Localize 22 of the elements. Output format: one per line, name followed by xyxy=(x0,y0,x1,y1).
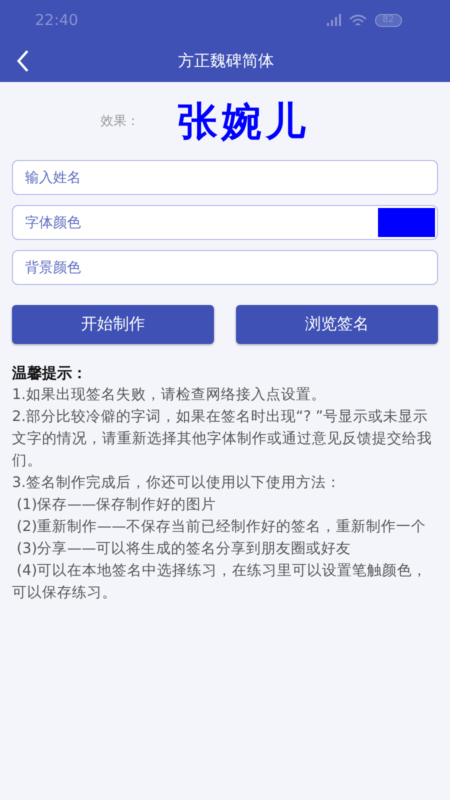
action-button[interactable]: 开始制作 xyxy=(12,305,214,344)
tip-text: (2)重新制作——不保存当前已经制作好的签名，重新制作一个 xyxy=(16,518,428,537)
tip-text: 1.如果出现签名失败，请检查网络接入点设置。 xyxy=(12,386,327,405)
tip-text: (1)保存——保存制作好的图片 xyxy=(16,496,218,515)
action-button[interactable]: 浏览签名 xyxy=(236,305,438,344)
tip-text: 3.签名制作完成后，你还可以使用以下使用方法： xyxy=(12,474,342,493)
color-picker-row[interactable]: 字体颜色 xyxy=(12,205,438,240)
tip-text: 2.部分比较冷僻的字词，如果在签名时出现“? ”号显示或未显示文字的情况，请重新选择其他字体制作或通过意见反馈提交给我们。 xyxy=(12,408,433,471)
color-label: 背景颜色 xyxy=(25,258,81,276)
tip-text: (4)可以在本地签名中选择练习，在练习里可以设置笔触颜色，可以保存练习。 xyxy=(12,562,428,603)
tip-text: (3)分享——可以将生成的签名分享到朋友圈或好友 xyxy=(16,540,352,559)
color-picker-row[interactable]: 背景颜色 xyxy=(12,250,438,285)
preview-label: 效果： xyxy=(100,113,140,130)
wifi-icon xyxy=(348,14,367,26)
color-label: 字体颜色 xyxy=(25,214,81,232)
clock-time: 22:40 xyxy=(35,11,78,29)
name-input-field[interactable]: 输入姓名 xyxy=(12,160,438,195)
signal-icon xyxy=(326,14,341,26)
page-title: 方正魏碑简体 xyxy=(178,50,274,72)
tips-title: 温馨提示： xyxy=(12,363,88,384)
signature-preview: 张婉儿 xyxy=(178,96,310,146)
back-icon xyxy=(16,50,30,72)
